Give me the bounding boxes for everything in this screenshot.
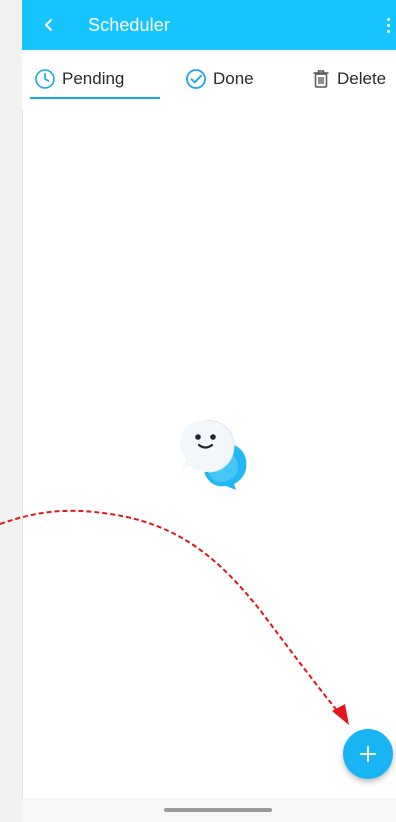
more-vert-icon xyxy=(386,17,390,21)
clock-icon xyxy=(34,68,56,90)
tab-bar: Pending Done Delete xyxy=(22,50,396,110)
left-edge-strip xyxy=(0,0,23,822)
add-task-fab-button[interactable] xyxy=(343,729,393,779)
system-navigation-bar xyxy=(22,798,396,822)
tab-pending-label: Pending xyxy=(62,69,125,88)
tab-done-label: Done xyxy=(213,69,254,88)
chevron-left-icon xyxy=(45,19,52,31)
tab-pending[interactable]: Pending xyxy=(34,65,124,93)
tab-delete[interactable]: Delete xyxy=(311,65,386,93)
back-button[interactable] xyxy=(36,11,62,39)
trash-icon xyxy=(311,68,331,90)
selected-tab-indicator xyxy=(30,97,160,99)
more-options-button[interactable] xyxy=(380,12,396,38)
tab-done[interactable]: Done xyxy=(185,65,254,93)
top-app-bar: Scheduler xyxy=(22,0,396,50)
chat-bubbles-mascot-icon xyxy=(176,414,256,496)
annotation-arrow xyxy=(0,509,349,725)
check-circle-icon xyxy=(185,68,207,90)
app-screen: Scheduler Pending Done Delete xyxy=(0,0,396,822)
tab-delete-label: Delete xyxy=(337,69,387,88)
plus-icon xyxy=(360,746,376,762)
page-title: Scheduler xyxy=(88,15,170,35)
home-indicator[interactable] xyxy=(164,808,272,812)
